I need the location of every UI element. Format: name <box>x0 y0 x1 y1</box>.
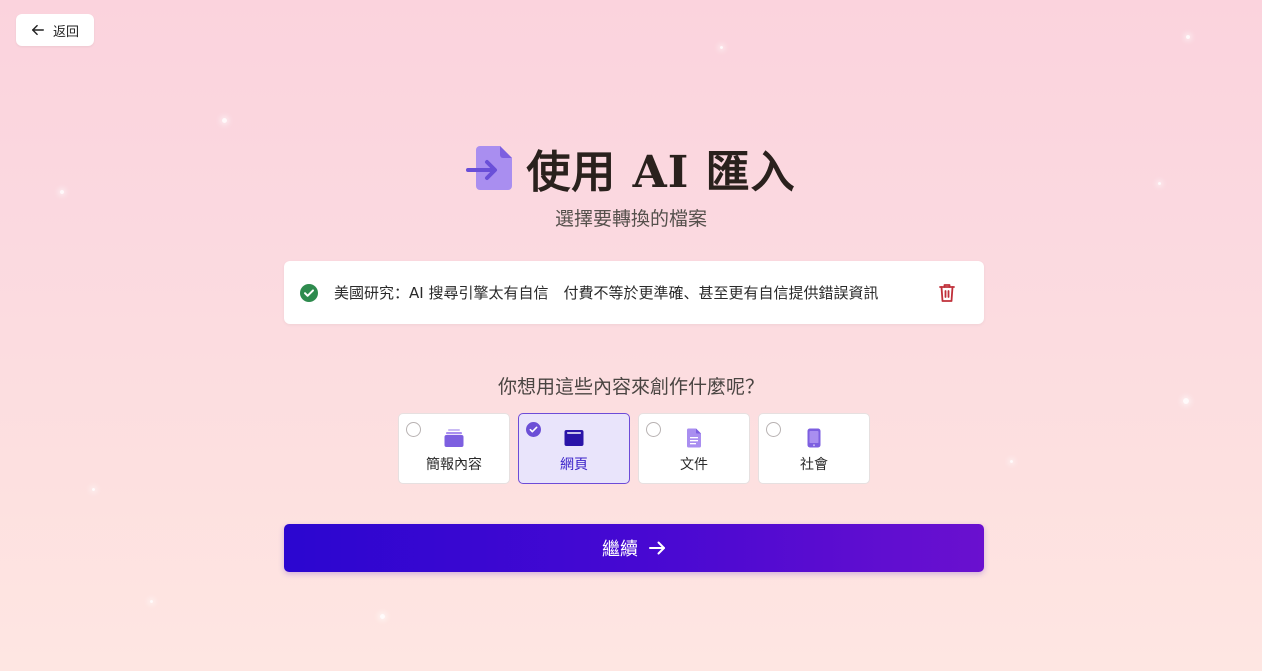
option-presentation[interactable]: 簡報內容 <box>398 413 510 484</box>
arrow-right-icon <box>649 541 665 555</box>
sparkle <box>150 600 153 603</box>
output-type-options: 簡報內容 網頁 文件 社會 <box>398 413 870 484</box>
option-label: 網頁 <box>560 457 588 473</box>
option-label: 簡報內容 <box>426 457 482 473</box>
document-icon <box>686 428 701 448</box>
sparkle <box>1186 35 1190 39</box>
trash-icon[interactable] <box>938 283 956 303</box>
back-button[interactable]: 返回 <box>16 14 94 46</box>
check-icon <box>529 426 538 433</box>
option-document[interactable]: 文件 <box>638 413 750 484</box>
page-header: 使用 AI 匯入 <box>0 136 1262 200</box>
option-label: 文件 <box>680 457 708 473</box>
file-name: 美國研究：AI 搜尋引擎太有自信 付費不等於更準確、甚至更有自信提供錯誤資訊 <box>334 284 879 302</box>
page-subtitle: 選擇要轉換的檔案 <box>554 208 707 230</box>
option-social[interactable]: 社會 <box>758 413 870 484</box>
radio-webpage[interactable] <box>526 422 541 437</box>
webpage-icon <box>564 430 584 446</box>
presentation-icon <box>444 429 464 447</box>
sparkle <box>380 614 385 619</box>
page-title: 使用 AI 匯入 <box>526 147 796 198</box>
sparkle <box>1010 460 1013 463</box>
sparkle <box>92 488 95 491</box>
phone-icon <box>807 428 821 448</box>
option-label: 社會 <box>800 457 828 473</box>
continue-button[interactable]: 繼續 <box>284 524 984 572</box>
create-question: 你想用這些內容來創作什麼呢？ <box>497 376 764 398</box>
continue-button-label: 繼續 <box>602 539 638 560</box>
file-card: 美國研究：AI 搜尋引擎太有自信 付費不等於更準確、甚至更有自信提供錯誤資訊 <box>284 261 984 324</box>
check-circle-icon <box>300 283 318 302</box>
back-button-label: 返回 <box>52 24 79 40</box>
sparkle <box>222 118 227 123</box>
radio-presentation[interactable] <box>406 422 421 437</box>
arrow-left-icon <box>32 24 44 36</box>
file-import-icon <box>466 146 513 190</box>
radio-social[interactable] <box>766 422 781 437</box>
option-webpage[interactable]: 網頁 <box>518 413 630 484</box>
radio-document[interactable] <box>646 422 661 437</box>
sparkle <box>720 46 723 49</box>
